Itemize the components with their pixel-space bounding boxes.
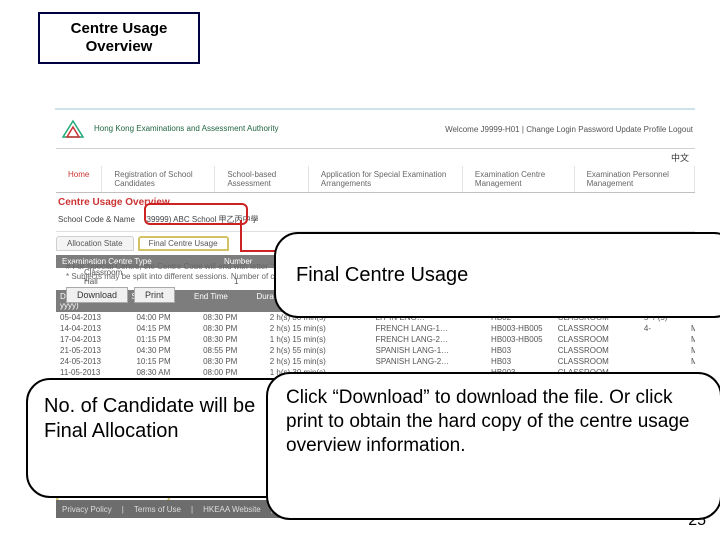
nav-epm[interactable]: Examination Personnel Management: [575, 166, 695, 192]
school-code-label: School Code & Name: [58, 215, 135, 224]
callout-final-usage: Final Centre Usage: [274, 232, 720, 318]
divider: [55, 108, 695, 110]
language-switch[interactable]: 中文: [56, 149, 695, 166]
download-button[interactable]: Download: [66, 287, 128, 303]
table-row: 24-05-201310:15 PM08:30 PM2 h(s) 15 min(…: [56, 356, 695, 367]
table-row: 17-04-201301:15 PM08:30 PM1 h(s) 15 min(…: [56, 334, 695, 345]
update-profile-link[interactable]: Update Profile: [616, 125, 667, 134]
nav-home[interactable]: Home: [56, 166, 102, 192]
logout-link[interactable]: Logout: [669, 125, 693, 134]
welcome-text: Welcome J9999-H01: [445, 125, 520, 134]
data-body: 05-04-201304:00 PM08:30 PM2 h(s) 30 min(…: [56, 312, 695, 378]
footer-terms[interactable]: Terms of Use: [134, 505, 181, 514]
footer-hkeaa[interactable]: HKEAA Website: [203, 505, 261, 514]
red-highlight-subtab: [144, 203, 248, 225]
user-links: Welcome J9999-H01 | Change Login Passwor…: [445, 125, 693, 134]
callout-download-note: Click “Download” to download the file. O…: [266, 372, 720, 520]
hkeaa-logo-icon: [58, 116, 88, 142]
slide-title-box: Centre Usage Overview: [38, 12, 200, 64]
app-header: Hong Kong Examinations and Assessment Au…: [56, 112, 695, 149]
nav-sea[interactable]: Application for Special Examination Arra…: [309, 166, 463, 192]
nav-tabs: Home Registration of School Candidates S…: [56, 166, 695, 193]
slide-title-line1: Centre Usage: [44, 20, 194, 38]
change-password-link[interactable]: Change Login Password: [526, 125, 613, 134]
subtab-final-usage[interactable]: Final Centre Usage: [138, 236, 229, 251]
nav-ecm[interactable]: Examination Centre Management: [463, 166, 575, 192]
subtab-allocation[interactable]: Allocation State: [56, 236, 134, 251]
org-name: Hong Kong Examinations and Assessment Au…: [94, 125, 279, 134]
nav-registration[interactable]: Registration of School Candidates: [102, 166, 215, 192]
print-button[interactable]: Print: [134, 287, 175, 303]
slide-title-line2: Overview: [44, 38, 194, 56]
table-row: 21-05-201304:30 PM08:55 PM2 h(s) 55 min(…: [56, 345, 695, 356]
table-row: 14-04-201304:15 PM08:30 PM2 h(s) 15 min(…: [56, 323, 695, 334]
nav-sba[interactable]: School-based Assessment: [215, 166, 309, 192]
footer-privacy[interactable]: Privacy Policy: [62, 505, 112, 514]
